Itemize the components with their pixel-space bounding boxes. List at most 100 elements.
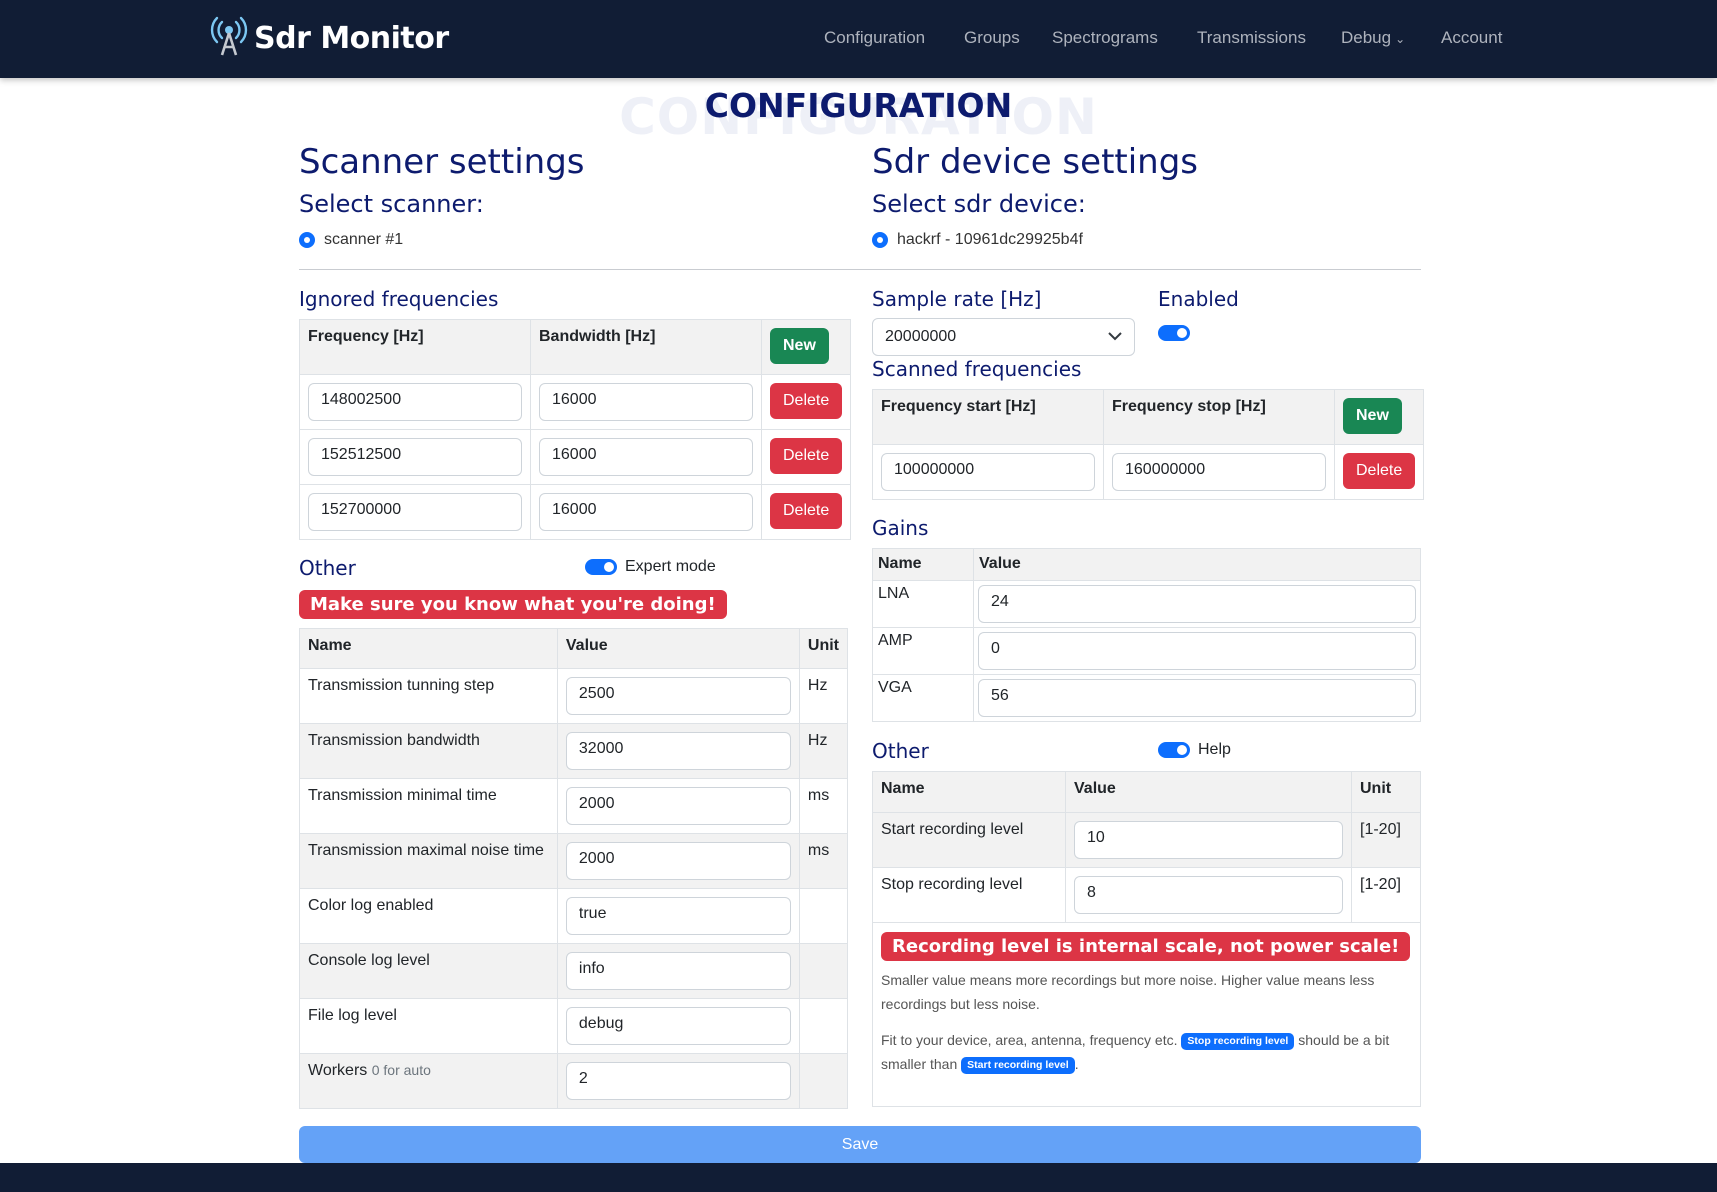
setting-value-input[interactable]: debug xyxy=(565,1007,791,1045)
footer-bar xyxy=(0,1163,1717,1192)
table-row: Console log level info xyxy=(299,943,849,999)
section-divider xyxy=(299,269,1421,270)
delete-button[interactable]: Delete xyxy=(770,438,843,474)
bandwidth-input[interactable]: 16000 xyxy=(539,438,753,476)
table-cell: Delete xyxy=(760,429,852,485)
setting-name: Console log level xyxy=(299,943,558,999)
sample-rate-label: Sample rate [Hz] xyxy=(872,287,1042,311)
help-switch[interactable]: Help xyxy=(1158,741,1231,759)
scanned-frequencies-table: Frequency start [Hz] Frequency stop [Hz]… xyxy=(872,389,1425,500)
bandwidth-input[interactable]: 16000 xyxy=(539,493,753,531)
setting-value-input[interactable]: 32000 xyxy=(565,732,791,770)
sample-rate-select[interactable]: 20000000 xyxy=(872,318,1135,356)
table-cell: true xyxy=(556,888,800,944)
table-cell: 0 xyxy=(973,627,1421,675)
setting-unit: Hz xyxy=(798,668,849,724)
antenna-icon xyxy=(210,16,248,61)
nav-transmissions[interactable]: Transmissions xyxy=(1197,28,1306,48)
page-title: CONFIGURATION xyxy=(704,86,1013,125)
table-row: File log level debug xyxy=(299,998,849,1054)
setting-unit: ms xyxy=(798,778,849,834)
table-cell: 152700000 xyxy=(299,484,531,540)
setting-unit xyxy=(798,888,849,944)
setting-name: Start recording level xyxy=(872,812,1066,868)
save-button[interactable]: Save xyxy=(299,1126,1421,1163)
help-label: Help xyxy=(1198,741,1231,758)
nav-configuration[interactable]: Configuration xyxy=(824,28,925,48)
table-cell: 10 xyxy=(1065,812,1352,868)
setting-name: File log level xyxy=(299,998,558,1054)
delete-button[interactable]: Delete xyxy=(770,383,843,419)
sample-rate-value: 20000000 xyxy=(885,328,957,345)
scanner-radio[interactable]: scanner #1 xyxy=(299,231,403,249)
table-cell: 56 xyxy=(973,674,1421,722)
scanner-settings-heading: Scanner settings xyxy=(299,142,585,182)
bandwidth-input[interactable]: 16000 xyxy=(539,383,753,421)
table-cell: Delete xyxy=(1333,444,1425,500)
help-cell: Recording level is internal scale, not p… xyxy=(872,922,1421,1107)
gain-value-input[interactable]: 56 xyxy=(978,679,1416,717)
table-row: 148002500 16000 Delete xyxy=(299,374,852,430)
table-cell: 32000 xyxy=(556,723,800,779)
setting-value-input[interactable]: info xyxy=(565,952,791,990)
start-recording-level-badge: Start recording level xyxy=(961,1056,1075,1074)
delete-button[interactable]: Delete xyxy=(770,493,843,529)
setting-value-input[interactable]: 2 xyxy=(565,1062,791,1100)
frequency-input[interactable]: 152700000 xyxy=(308,493,522,531)
setting-name: Stop recording level xyxy=(872,867,1066,923)
toggle-on-icon xyxy=(1158,324,1190,341)
nav-debug-dropdown[interactable]: Debug ⌄ xyxy=(1341,28,1405,48)
table-row: Stop recording level 8 [1-20] xyxy=(872,867,1421,923)
frequency-input[interactable]: 152512500 xyxy=(308,438,522,476)
expert-warning-badge: Make sure you know what you're doing! xyxy=(299,590,727,619)
frequency-input[interactable]: 148002500 xyxy=(308,383,522,421)
column-header-unit: Unit xyxy=(1351,771,1421,813)
setting-value-input[interactable]: 2500 xyxy=(565,677,791,715)
expert-mode-switch[interactable]: Expert mode xyxy=(585,558,716,576)
table-cell: 24 xyxy=(973,580,1421,628)
scanned-frequencies-heading: Scanned frequencies xyxy=(872,357,1082,381)
nav-groups[interactable]: Groups xyxy=(964,28,1020,48)
select-scanner-label: Select scanner: xyxy=(299,190,484,218)
toggle-on-icon xyxy=(585,559,617,575)
column-header-actions: New xyxy=(1333,389,1425,445)
frequency-stop-input[interactable]: 160000000 xyxy=(1112,453,1326,491)
setting-unit: Hz xyxy=(798,723,849,779)
setting-unit: ms xyxy=(798,833,849,889)
column-header-value: Value xyxy=(1065,771,1352,813)
table-header-row: Frequency start [Hz] Frequency stop [Hz]… xyxy=(872,389,1425,445)
sdr-device-radio[interactable]: hackrf - 10961dc29925b4f xyxy=(872,231,1083,249)
setting-value-input[interactable]: 2000 xyxy=(565,787,791,825)
table-row: Workers 0 for auto 2 xyxy=(299,1053,849,1109)
table-cell: 2000 xyxy=(556,833,800,889)
stop-recording-level-badge: Stop recording level xyxy=(1181,1032,1295,1050)
gain-value-input[interactable]: 24 xyxy=(978,585,1416,623)
help-text-2: Fit to your device, area, antenna, frequ… xyxy=(881,1028,1412,1076)
enabled-switch[interactable] xyxy=(1158,322,1190,342)
brand-link[interactable]: Sdr Monitor xyxy=(210,16,449,60)
setting-value-input[interactable]: 2000 xyxy=(565,842,791,880)
column-header-frequency-stop: Frequency stop [Hz] xyxy=(1103,389,1335,445)
delete-button[interactable]: Delete xyxy=(1343,453,1416,489)
top-navbar: Sdr Monitor Configuration Groups Spectro… xyxy=(0,0,1717,78)
table-row: 152512500 16000 Delete xyxy=(299,429,852,485)
nav-spectrograms[interactable]: Spectrograms xyxy=(1052,28,1158,48)
expert-mode-label: Expert mode xyxy=(625,558,716,575)
nav-account[interactable]: Account xyxy=(1441,28,1502,48)
table-cell: 2 xyxy=(556,1053,800,1109)
setting-value-input[interactable]: 8 xyxy=(1074,876,1343,914)
table-row: 152700000 16000 Delete xyxy=(299,484,852,540)
new-ignored-frequency-button[interactable]: New xyxy=(770,328,829,364)
gain-value-input[interactable]: 0 xyxy=(978,632,1416,670)
column-header-bandwidth: Bandwidth [Hz] xyxy=(530,319,762,375)
setting-unit: [1-20] xyxy=(1351,867,1421,923)
table-cell: 16000 xyxy=(530,484,762,540)
frequency-start-input[interactable]: 100000000 xyxy=(881,453,1095,491)
setting-value-input[interactable]: 10 xyxy=(1074,821,1343,859)
setting-value-input[interactable]: true xyxy=(565,897,791,935)
radio-selected-icon xyxy=(872,232,888,248)
ignored-frequencies-table: Frequency [Hz] Bandwidth [Hz] New 148002… xyxy=(299,319,852,540)
nav-debug-label: Debug xyxy=(1341,28,1392,47)
table-cell: 152512500 xyxy=(299,429,531,485)
new-scanned-frequency-button[interactable]: New xyxy=(1343,398,1402,434)
